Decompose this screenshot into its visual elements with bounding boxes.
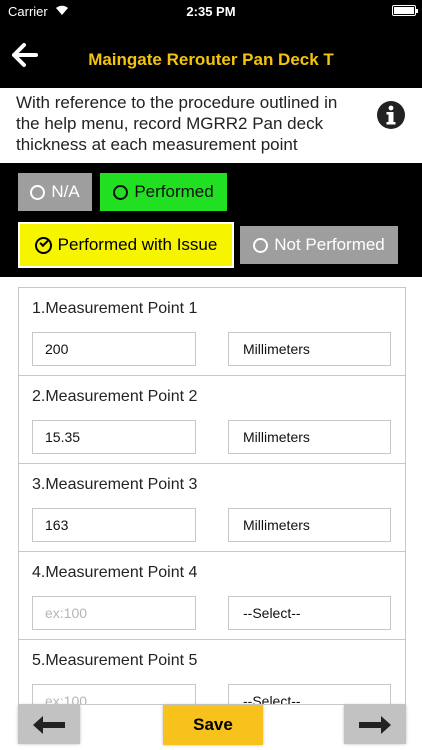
option-na-label: N/A (51, 182, 80, 201)
battery-icon (392, 5, 418, 16)
measurement-value-input[interactable]: 163 (32, 508, 196, 542)
measurement-value-input[interactable]: 15.35 (32, 420, 196, 454)
option-performed-with-issue-label: Performed with Issue (57, 235, 218, 254)
measurement-value-input[interactable]: 200 (32, 332, 196, 366)
status-bar: Carrier 2:35 PM (0, 0, 422, 22)
next-button[interactable] (344, 705, 406, 744)
option-performed-with-issue-button[interactable]: Performed with Issue (18, 222, 234, 268)
measurement-point-row: 3.Measurement Point 3 163 Millimeters (19, 464, 405, 552)
measurement-point-label: 1.Measurement Point 1 (32, 300, 198, 317)
measurement-point-row: 2.Measurement Point 2 15.35 Millimeters (19, 376, 405, 464)
measurement-point-label: 5.Measurement Point 5 (32, 652, 198, 669)
measurement-point-label: 4.Measurement Point 4 (32, 564, 198, 581)
measurement-value-input[interactable]: ex:100 (32, 596, 196, 630)
radio-empty-icon (253, 237, 269, 253)
check-circle-icon (34, 236, 52, 254)
measurement-point-label: 3.Measurement Point 3 (32, 476, 198, 493)
footer-bar: Save (0, 705, 422, 750)
arrow-right-icon (359, 716, 391, 734)
page-title: Maingate Rerouter Pan Deck T (88, 50, 334, 69)
previous-button[interactable] (18, 705, 80, 744)
measurement-point-row: 5.Measurement Point 5 ex:100 --Select-- (19, 640, 405, 704)
status-options-panel: N/A Performed Performed with Issue Not P… (0, 163, 422, 277)
radio-empty-icon (30, 184, 46, 200)
measurement-list[interactable]: 1.Measurement Point 1 200 Millimeters 2.… (18, 287, 406, 705)
unit-select[interactable]: Millimeters (228, 332, 391, 366)
info-icon[interactable] (376, 100, 406, 130)
measurement-point-label: 2.Measurement Point 2 (32, 388, 198, 405)
option-not-performed-label: Not Performed (274, 235, 385, 254)
option-na-button[interactable]: N/A (18, 173, 92, 211)
measurement-value-input[interactable]: ex:100 (32, 684, 196, 704)
measurement-point-row: 4.Measurement Point 4 ex:100 --Select-- (19, 552, 405, 640)
clock-time: 2:35 PM (186, 4, 236, 19)
unit-select[interactable]: Millimeters (228, 420, 391, 454)
unit-select[interactable]: --Select-- (228, 596, 391, 630)
header-bar: Maingate Rerouter Pan Deck T (0, 22, 422, 88)
unit-select[interactable]: Millimeters (228, 508, 391, 542)
arrow-left-icon (33, 716, 65, 734)
option-performed-button[interactable]: Performed (100, 173, 227, 211)
option-not-performed-button[interactable]: Not Performed (240, 226, 398, 264)
option-performed-label: Performed (134, 182, 214, 201)
measurement-point-row: 1.Measurement Point 1 200 Millimeters (19, 288, 405, 376)
save-button[interactable]: Save (163, 705, 263, 745)
radio-empty-icon (113, 184, 129, 200)
instructions-text: With reference to the procedure outlined… (16, 93, 338, 154)
unit-select[interactable]: --Select-- (228, 684, 391, 704)
